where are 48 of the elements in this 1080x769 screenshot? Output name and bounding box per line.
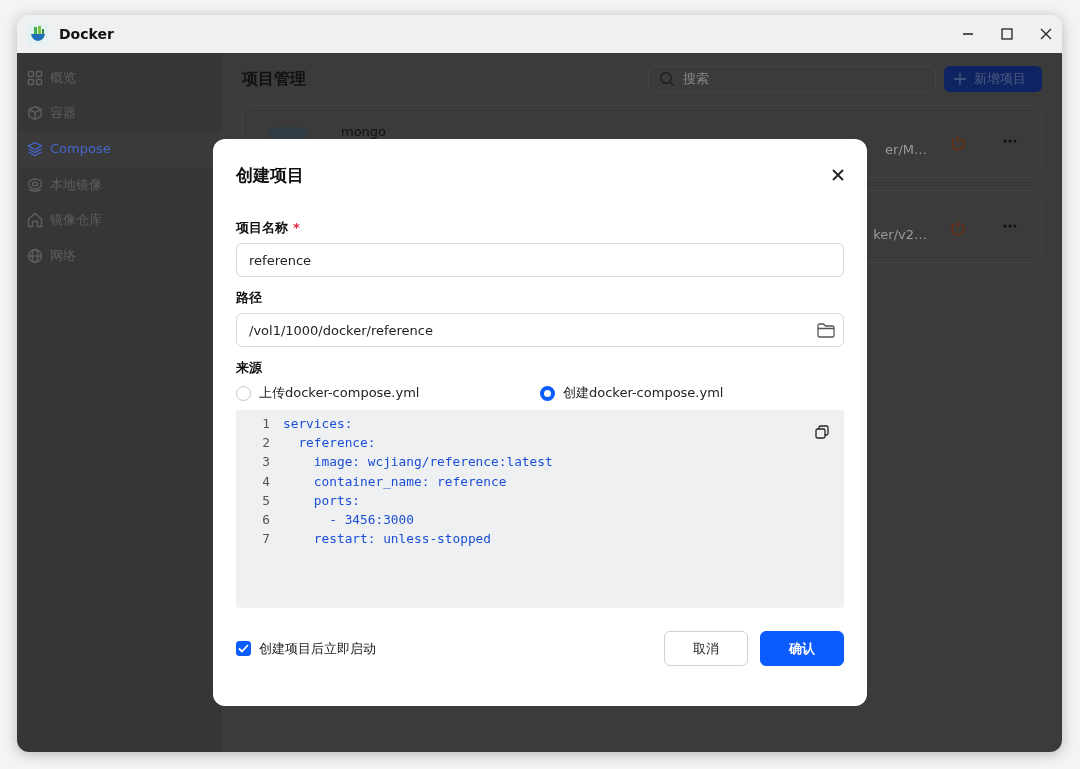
search-icon — [659, 71, 675, 87]
globe-icon — [27, 247, 43, 264]
field-label: 路径 — [236, 290, 262, 306]
name-field[interactable]: reference — [236, 243, 844, 277]
dialog-title: 创建项目 — [236, 163, 304, 187]
radio-label[interactable]: 创建docker-compose.yml — [563, 384, 724, 402]
search-field[interactable]: 搜索 — [648, 66, 936, 92]
code-line: services: — [283, 416, 353, 432]
confirm-button[interactable]: 确认 — [760, 631, 844, 666]
radio-button[interactable] — [540, 385, 555, 401]
layers-icon — [27, 141, 43, 157]
path-field[interactable]: /vol1/1000/docker/reference — [236, 313, 844, 347]
copy-icon[interactable] — [815, 425, 829, 439]
maximize-icon[interactable] — [1001, 28, 1013, 40]
code-line: - 3456:3000 — [328, 512, 414, 528]
app-logo-icon — [27, 23, 49, 45]
disc-icon — [27, 176, 43, 193]
close-icon[interactable] — [1040, 28, 1052, 40]
line-number: 1 — [261, 416, 271, 432]
line-number: 4 — [261, 473, 271, 489]
cube-icon — [27, 105, 43, 122]
code-editor[interactable]: 1 services: 2 reference: 3 image: wcjiang/reference:latest 4 container_name: reference 5 ports: 6 - 3456:3000 7 restart: unless-stopped — [236, 410, 844, 608]
line-number: 5 — [261, 492, 271, 508]
close-icon[interactable] — [832, 169, 844, 181]
code-line: container_name: reference — [312, 473, 507, 489]
required-mark: * — [293, 220, 300, 236]
project-path: ker/v2… — [873, 227, 927, 242]
line-number: 3 — [261, 454, 271, 470]
code-line: image: wcjiang/reference:latest — [312, 454, 553, 470]
plus-icon — [954, 73, 966, 85]
grid-icon — [27, 69, 43, 86]
line-number: 2 — [261, 435, 271, 451]
line-number: 6 — [261, 512, 271, 528]
code-line: ports: — [312, 492, 361, 508]
source-label: 来源 — [236, 360, 263, 376]
checkbox[interactable] — [236, 641, 251, 656]
line-number: 7 — [261, 531, 271, 547]
checkbox-label[interactable]: 创建项目后立即启动 — [259, 639, 376, 658]
field-label: 项目名称 — [236, 220, 288, 236]
folder-icon[interactable] — [817, 322, 835, 338]
code-line: reference: — [297, 435, 376, 451]
window-title: Docker — [59, 26, 115, 42]
house-icon — [27, 212, 43, 229]
radio-button[interactable] — [236, 385, 251, 401]
code-line: restart: unless-stopped — [312, 531, 492, 547]
project-path: er/M… — [885, 142, 927, 157]
cancel-button[interactable]: 取消 — [664, 631, 748, 666]
radio-label[interactable]: 上传docker-compose.yml — [259, 384, 420, 402]
